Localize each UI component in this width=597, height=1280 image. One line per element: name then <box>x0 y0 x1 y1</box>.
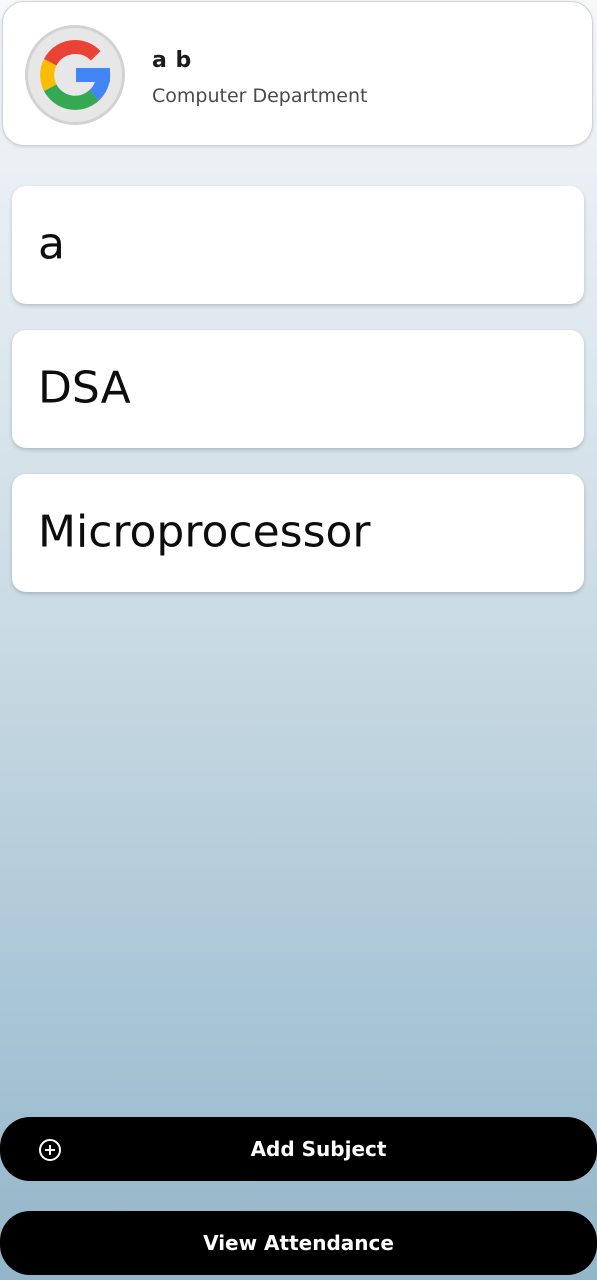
view-attendance-button[interactable]: View Attendance <box>0 1211 597 1275</box>
view-attendance-label: View Attendance <box>203 1231 394 1255</box>
subject-label: DSA <box>38 362 131 414</box>
plus-circle-icon <box>39 1139 61 1161</box>
profile-department: Computer Department <box>152 85 368 107</box>
subject-card-a[interactable]: a <box>12 186 584 304</box>
profile-card: a b Computer Department <box>2 1 593 146</box>
subject-card-microprocessor[interactable]: Microprocessor <box>12 474 584 592</box>
avatar <box>25 25 125 125</box>
subject-card-dsa[interactable]: DSA <box>12 330 584 448</box>
add-subject-button[interactable]: Add Subject <box>0 1117 597 1181</box>
google-logo-icon <box>28 28 122 122</box>
add-subject-label: Add Subject <box>250 1137 387 1161</box>
subject-list: a DSA Microprocessor <box>12 186 584 618</box>
subject-label: a <box>38 218 65 270</box>
subject-label: Microprocessor <box>38 506 371 558</box>
profile-name: a b <box>152 48 192 73</box>
